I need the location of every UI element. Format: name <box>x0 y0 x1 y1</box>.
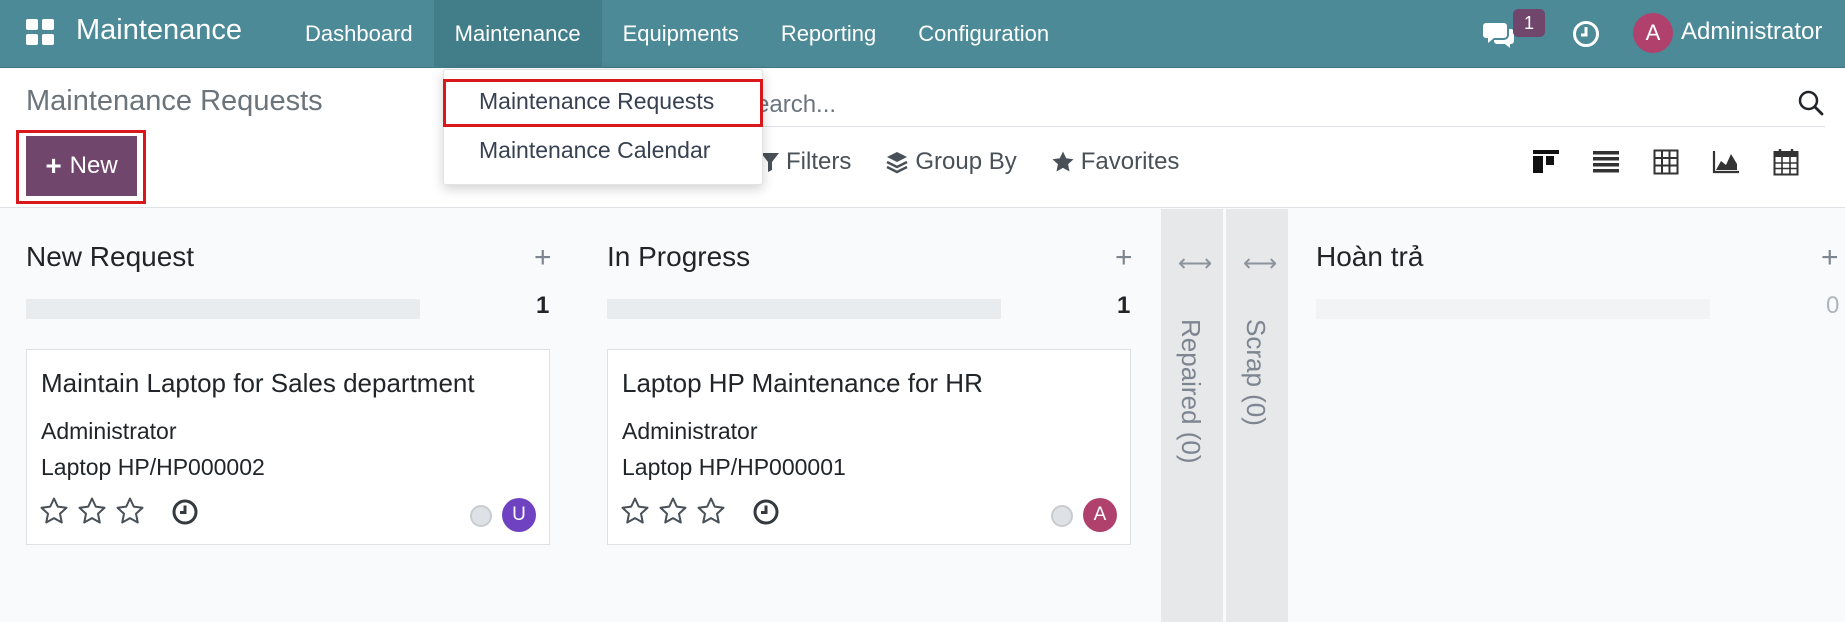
column-count: 1 <box>536 292 550 319</box>
column-progress-bar[interactable] <box>1316 299 1710 319</box>
card-avatar[interactable]: U <box>502 498 536 532</box>
menu-reporting[interactable]: Reporting <box>760 0 897 68</box>
search-input[interactable] <box>740 87 1760 123</box>
priority-stars[interactable] <box>620 496 726 526</box>
kanban-state-dot[interactable] <box>470 505 492 527</box>
column-count: 1 <box>1117 292 1131 319</box>
card-title: Laptop HP Maintenance for HR <box>622 368 983 398</box>
search-bar <box>740 83 1825 127</box>
calendar-icon <box>1773 149 1799 176</box>
top-navbar: Maintenance Dashboard Maintenance Equipm… <box>0 0 1845 68</box>
view-kanban[interactable] <box>1516 140 1576 184</box>
apps-menu-icon[interactable] <box>26 19 56 45</box>
star-outline-icon[interactable] <box>696 496 726 526</box>
new-button[interactable]: + New <box>26 136 137 196</box>
kanban-card[interactable]: Maintain Laptop for Sales department Adm… <box>26 349 550 545</box>
view-list[interactable] <box>1576 140 1636 184</box>
plus-icon: + <box>45 150 62 181</box>
column-add-icon[interactable]: + <box>1115 241 1133 275</box>
area-chart-icon <box>1712 151 1739 174</box>
card-equipment: Laptop HP/HP000002 <box>41 454 265 480</box>
menu-equipments[interactable]: Equipments <box>602 0 760 68</box>
activity-clock-icon[interactable] <box>171 498 199 526</box>
column-add-icon[interactable]: + <box>534 241 552 275</box>
app-brand[interactable]: Maintenance <box>76 14 242 47</box>
kanban-view-icon <box>1533 150 1559 173</box>
star-outline-icon[interactable] <box>77 496 107 526</box>
user-name[interactable]: Administrator <box>1681 18 1822 46</box>
main-menu: Dashboard Maintenance Equipments Reporti… <box>284 0 1070 68</box>
column-title: Hoàn trả <box>1316 241 1424 272</box>
star-icon <box>1052 151 1074 172</box>
kanban-column-repaired-folded[interactable]: ⟷ Repaired (0) <box>1161 209 1223 622</box>
kanban-column-scrap-folded[interactable]: ⟷ Scrap (0) <box>1226 209 1288 622</box>
expand-arrows-icon[interactable]: ⟷ <box>1178 249 1212 278</box>
column-progress-bar[interactable] <box>607 299 1001 319</box>
user-avatar[interactable]: A <box>1633 13 1673 53</box>
star-outline-icon[interactable] <box>658 496 688 526</box>
filters-button[interactable]: Filters <box>760 148 851 176</box>
list-view-icon <box>1593 151 1619 173</box>
column-add-icon[interactable]: + <box>1821 241 1839 275</box>
view-switcher <box>1516 140 1816 184</box>
view-calendar[interactable] <box>1756 140 1816 184</box>
card-owner: Administrator <box>622 418 758 444</box>
favorites-label: Favorites <box>1080 148 1180 175</box>
column-title: New Request <box>26 241 195 272</box>
star-outline-icon[interactable] <box>620 496 650 526</box>
group-by-button[interactable]: Group By <box>885 148 1017 176</box>
table-view-icon <box>1653 149 1679 175</box>
expand-arrows-icon[interactable]: ⟷ <box>1243 249 1277 278</box>
priority-stars[interactable] <box>39 496 145 526</box>
menu-dashboard[interactable]: Dashboard <box>284 0 434 68</box>
new-button-label: New <box>69 152 118 179</box>
message-count-badge: 1 <box>1513 9 1545 37</box>
card-avatar[interactable]: A <box>1083 498 1117 532</box>
menu-configuration[interactable]: Configuration <box>897 0 1070 68</box>
activity-clock-icon[interactable] <box>752 498 780 526</box>
column-progress-bar[interactable] <box>26 299 420 319</box>
page-title: Maintenance Requests <box>26 85 323 117</box>
card-equipment: Laptop HP/HP000001 <box>622 454 846 480</box>
search-icon[interactable] <box>1797 89 1825 117</box>
kanban-board: New Request + 1 Maintain Laptop for Sale… <box>0 209 1845 622</box>
view-graph[interactable] <box>1696 140 1756 184</box>
star-outline-icon[interactable] <box>115 496 145 526</box>
card-owner: Administrator <box>41 418 177 444</box>
filters-label: Filters <box>786 148 852 175</box>
activity-clock-icon[interactable] <box>1572 20 1600 48</box>
maintenance-dropdown: Maintenance Requests Maintenance Calenda… <box>443 69 763 185</box>
star-outline-icon[interactable] <box>39 496 69 526</box>
column-title: In Progress <box>607 241 751 272</box>
chat-icon[interactable] <box>1482 20 1516 50</box>
card-title: Maintain Laptop for Sales department <box>41 368 475 398</box>
menu-maintenance[interactable]: Maintenance <box>433 0 602 68</box>
column-count: 0 <box>1826 292 1840 319</box>
filter-icon <box>761 153 779 172</box>
folded-column-label: Scrap (0) <box>1241 319 1271 426</box>
view-pivot[interactable] <box>1636 140 1696 184</box>
favorites-button[interactable]: Favorites <box>1051 148 1180 176</box>
group-by-label: Group By <box>915 148 1017 175</box>
kanban-state-dot[interactable] <box>1051 505 1073 527</box>
control-panel: Maintenance Requests + New Filters Group… <box>0 68 1845 208</box>
dropdown-maintenance-requests[interactable]: Maintenance Requests <box>479 88 714 115</box>
dropdown-maintenance-calendar[interactable]: Maintenance Calendar <box>479 137 710 164</box>
search-options: Filters Group By Favorites <box>760 148 1213 176</box>
kanban-card[interactable]: Laptop HP Maintenance for HR Administrat… <box>607 349 1131 545</box>
folded-column-label: Repaired (0) <box>1176 319 1206 464</box>
layers-icon <box>886 152 908 174</box>
